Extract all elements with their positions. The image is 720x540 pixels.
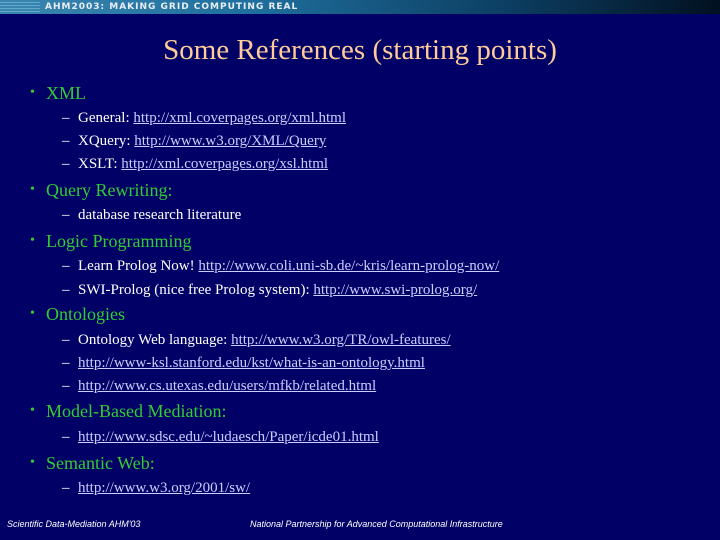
bullet-marker: • [30, 455, 35, 470]
sub-item-content: Ontology Web language: http://www.w3.org… [78, 330, 451, 350]
bullet-label: Model-Based Mediation: [46, 401, 227, 421]
reference-link[interactable]: http://www.sdsc.edu/~ludaesch/Paper/icde… [78, 429, 379, 445]
sub-item-text: XSLT: [78, 156, 122, 172]
dash-marker: – [62, 156, 70, 172]
dash-marker: – [62, 133, 70, 149]
dash-marker: – [62, 282, 70, 298]
sub-item-content: http://www.cs.utexas.edu/users/mfkb/rela… [78, 376, 376, 396]
sub-item-text: General: [78, 110, 134, 126]
sub-item-text: Ontology Web language: [78, 332, 232, 348]
sub-item-content: SWI-Prolog (nice free Prolog system): ht… [78, 280, 477, 300]
reference-link[interactable]: http://www.coli.uni-sb.de/~kris/learn-pr… [198, 258, 499, 274]
dash-marker: – [62, 378, 70, 394]
bullet-marker: • [30, 85, 35, 100]
sub-item-text: database research literature [78, 207, 242, 223]
header-text: AHM2003: MAKING GRID COMPUTING REAL [45, 2, 299, 12]
footer-left: Scientific Data-Mediation AHM'03 [7, 519, 141, 529]
dash-marker: – [62, 355, 70, 371]
sub-item-content: http://www.sdsc.edu/~ludaesch/Paper/icde… [78, 427, 379, 447]
dash-marker: – [62, 480, 70, 496]
bullet-label: Query Rewriting: [46, 180, 173, 200]
dash-marker: – [62, 207, 70, 223]
bullet-label: XML [46, 83, 86, 103]
reference-link[interactable]: http://www-ksl.stanford.edu/kst/what-is-… [78, 355, 425, 371]
dash-marker: – [62, 258, 70, 274]
sub-item-text: Learn Prolog Now! [78, 258, 199, 274]
slide-title: Some References (starting points) [163, 34, 557, 66]
sub-item-content: Learn Prolog Now! http://www.coli.uni-sb… [78, 256, 499, 276]
sub-item-content: database research literature [78, 205, 241, 225]
sub-item-content: http://www.w3.org/2001/sw/ [78, 478, 250, 498]
sub-item-content: http://www-ksl.stanford.edu/kst/what-is-… [78, 353, 425, 373]
header-logo-stripes [0, 2, 40, 12]
reference-link[interactable]: http://www.w3.org/TR/owl-features/ [231, 332, 451, 348]
sub-item-text: XQuery: [78, 133, 135, 149]
reference-link[interactable]: http://www.swi-prolog.org/ [313, 282, 477, 298]
sub-item-content: XQuery: http://www.w3.org/XML/Query [78, 131, 326, 151]
bullet-label: Ontologies [46, 304, 125, 324]
dash-marker: – [62, 332, 70, 348]
bullet-label: Logic Programming [46, 231, 192, 251]
reference-link[interactable]: http://xml.coverpages.org/xml.html [133, 110, 346, 126]
reference-link[interactable]: http://xml.coverpages.org/xsl.html [121, 156, 328, 172]
header-banner: AHM2003: MAKING GRID COMPUTING REAL [0, 0, 720, 14]
reference-link[interactable]: http://www.cs.utexas.edu/users/mfkb/rela… [78, 378, 376, 394]
bullet-label: Semantic Web: [46, 453, 155, 473]
footer-right: National Partnership for Advanced Comput… [250, 519, 503, 529]
sub-item-content: General: http://xml.coverpages.org/xml.h… [78, 108, 346, 128]
bullet-marker: • [30, 182, 35, 197]
bullet-marker: • [30, 403, 35, 418]
bullet-marker: • [30, 306, 35, 321]
sub-item-text: SWI-Prolog (nice free Prolog system): [78, 282, 314, 298]
reference-link[interactable]: http://www.w3.org/2001/sw/ [78, 480, 250, 496]
dash-marker: – [62, 110, 70, 126]
sub-item-content: XSLT: http://xml.coverpages.org/xsl.html [78, 154, 328, 174]
bullet-marker: • [30, 233, 35, 248]
reference-link[interactable]: http://www.w3.org/XML/Query [134, 133, 326, 149]
dash-marker: – [62, 429, 70, 445]
